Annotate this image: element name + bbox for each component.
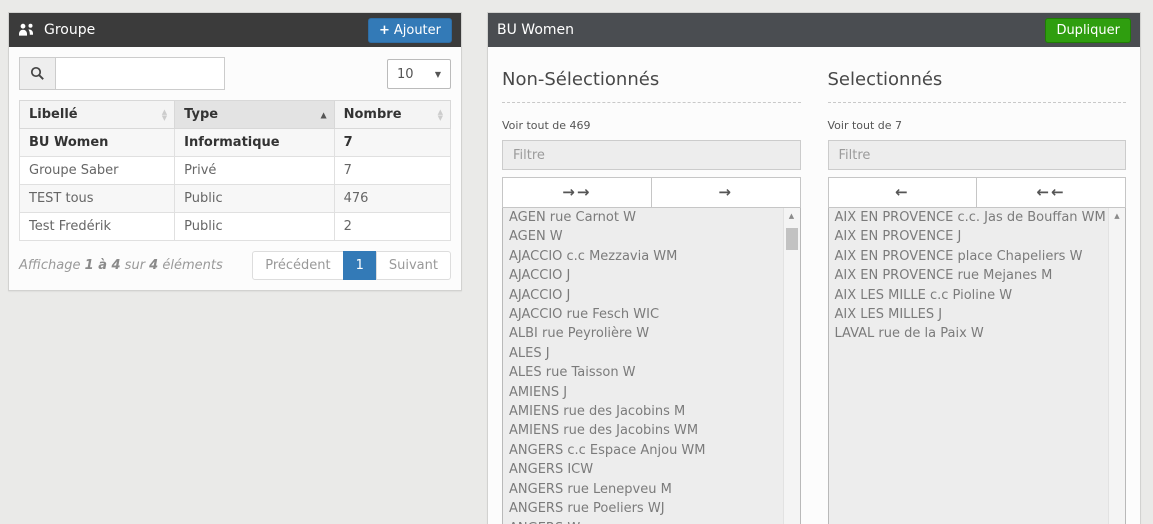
sort-asc-icon: ▲ <box>320 110 326 119</box>
list-option[interactable]: AMIENS rue des Jacobins M <box>503 402 783 421</box>
search-icon <box>19 57 55 90</box>
table-toolbar: 10 ▼ <box>19 57 451 90</box>
list-option[interactable]: AIX LES MILLE c.c Pioline W <box>829 286 1109 305</box>
list-option[interactable]: ANGERS W <box>503 519 783 524</box>
table-row-bu-women[interactable]: BU Women Informatique 7 <box>20 129 451 157</box>
list-option[interactable]: ANGERS rue Lenepveu M <box>503 480 783 499</box>
cell-libelle: BU Women <box>20 129 175 157</box>
unselected-list: AGEN rue Carnot WAGEN WAJACCIO c.c Mezza… <box>503 208 800 524</box>
plus-icon: + <box>379 23 390 38</box>
pagination-page-1-button[interactable]: 1 <box>343 251 377 280</box>
list-option[interactable]: AIX EN PROVENCE c.c. Jas de Bouffan WM <box>829 208 1109 227</box>
move-all-right-button[interactable]: →→ <box>502 177 652 208</box>
list-option[interactable]: AJACCIO J <box>503 286 783 305</box>
list-option[interactable]: ALES J <box>503 344 783 363</box>
selected-heading: Selectionnés <box>828 69 1127 90</box>
caret-down-icon: ▼ <box>435 70 441 79</box>
table-footer: Affichage 1 à 4 sur 4 éléments Précédent… <box>19 251 451 280</box>
group-detail-header: BU Women Dupliquer <box>488 13 1140 47</box>
group-detail-panel: BU Women Dupliquer Non-Sélectionnés Voir… <box>487 12 1141 524</box>
list-option[interactable]: AJACCIO c.c Mezzavia WM <box>503 247 783 266</box>
selected-move-buttons: ← ←← <box>828 177 1127 208</box>
selected-list: AIX EN PROVENCE c.c. Jas de Bouffan WMAI… <box>829 208 1126 344</box>
dual-listbox: Non-Sélectionnés Voir tout de 469 →→ → A… <box>488 47 1140 524</box>
cell-libelle: Test Fredérik <box>20 213 175 241</box>
scrollbar[interactable]: ▲ <box>1108 208 1125 524</box>
cell-nombre: 476 <box>334 185 450 213</box>
unselected-move-buttons: →→ → <box>502 177 801 208</box>
add-button-label: Ajouter <box>394 23 441 38</box>
search-group <box>19 57 225 90</box>
list-option[interactable]: ANGERS rue Poeliers WJ <box>503 499 783 518</box>
cell-type: Privé <box>175 157 334 185</box>
unselected-heading: Non-Sélectionnés <box>502 69 801 90</box>
cell-nombre: 2 <box>334 213 450 241</box>
list-option[interactable]: ANGERS ICW <box>503 460 783 479</box>
list-option[interactable]: ANGERS c.c Espace Anjou WM <box>503 441 783 460</box>
groups-panel-body: 10 ▼ Libellé▲▼ Type▲ Nombre▲▼ BU Women <box>9 47 461 290</box>
selected-listbox: AIX EN PROVENCE c.c. Jas de Bouffan WMAI… <box>828 208 1127 524</box>
cell-libelle: TEST tous <box>20 185 175 213</box>
unselected-listbox: AGEN rue Carnot WAGEN WAJACCIO c.c Mezza… <box>502 208 801 524</box>
groups-panel-header: Groupe + Ajouter <box>9 13 461 47</box>
selected-column: Selectionnés Voir tout de 7 ← ←← AIX EN … <box>828 61 1127 524</box>
cell-type: Informatique <box>175 129 334 157</box>
cell-type: Public <box>175 185 334 213</box>
group-detail-title: BU Women <box>497 22 574 38</box>
move-selected-right-button[interactable]: → <box>651 177 801 208</box>
pagination-previous-button[interactable]: Précédent <box>252 251 343 280</box>
cell-libelle: Groupe Saber <box>20 157 175 185</box>
unselected-view-all[interactable]: Voir tout de 469 <box>502 119 801 132</box>
pagination-next-button[interactable]: Suivant <box>376 251 451 280</box>
list-option[interactable]: AGEN W <box>503 227 783 246</box>
page: Groupe + Ajouter 10 ▼ <box>0 0 1153 524</box>
table-row-test-tous[interactable]: TEST tous Public 476 <box>20 185 451 213</box>
list-option[interactable]: AGEN rue Carnot W <box>503 208 783 227</box>
list-option[interactable]: LAVAL rue de la Paix W <box>829 324 1109 343</box>
cell-nombre: 7 <box>334 157 450 185</box>
groups-table: Libellé▲▼ Type▲ Nombre▲▼ BU Women Inform… <box>19 100 451 241</box>
unselected-filter-input[interactable] <box>502 140 801 170</box>
cell-nombre: 7 <box>334 129 450 157</box>
column-header-nombre[interactable]: Nombre▲▼ <box>334 101 450 129</box>
dashed-divider <box>502 102 801 103</box>
column-header-libelle[interactable]: Libellé▲▼ <box>20 101 175 129</box>
add-group-button[interactable]: + Ajouter <box>368 18 452 43</box>
sort-both-icon: ▲▼ <box>162 109 167 121</box>
table-info: Affichage 1 à 4 sur 4 éléments <box>19 258 223 273</box>
users-group-icon <box>18 23 36 37</box>
scroll-up-icon[interactable]: ▲ <box>1109 208 1125 225</box>
scrollbar-thumb[interactable] <box>786 228 798 250</box>
list-option[interactable]: AIX EN PROVENCE rue Mejanes M <box>829 266 1109 285</box>
list-option[interactable]: AJACCIO J <box>503 266 783 285</box>
list-option[interactable]: AIX EN PROVENCE J <box>829 227 1109 246</box>
move-all-left-button[interactable]: ←← <box>976 177 1126 208</box>
list-option[interactable]: AJACCIO rue Fesch WIC <box>503 305 783 324</box>
page-size-select[interactable]: 10 ▼ <box>387 59 451 89</box>
dashed-divider <box>828 102 1127 103</box>
scroll-up-icon[interactable]: ▲ <box>784 208 800 225</box>
page-size-value: 10 <box>397 67 414 82</box>
list-option[interactable]: AIX LES MILLES J <box>829 305 1109 324</box>
duplicate-button[interactable]: Dupliquer <box>1045 18 1131 43</box>
list-option[interactable]: AMIENS J <box>503 383 783 402</box>
list-option[interactable]: AMIENS rue des Jacobins WM <box>503 421 783 440</box>
pagination: Précédent 1 Suivant <box>252 251 451 280</box>
table-row-groupe-saber[interactable]: Groupe Saber Privé 7 <box>20 157 451 185</box>
group-search-input[interactable] <box>55 57 225 90</box>
list-option[interactable]: ALES rue Taisson W <box>503 363 783 382</box>
selected-filter-input[interactable] <box>828 140 1127 170</box>
list-option[interactable]: AIX EN PROVENCE place Chapeliers W <box>829 247 1109 266</box>
scrollbar[interactable]: ▲ <box>783 208 800 524</box>
move-selected-left-button[interactable]: ← <box>828 177 978 208</box>
cell-type: Public <box>175 213 334 241</box>
sort-both-icon: ▲▼ <box>438 109 443 121</box>
panel-title: Groupe <box>44 22 95 38</box>
selected-view-all[interactable]: Voir tout de 7 <box>828 119 1127 132</box>
unselected-column: Non-Sélectionnés Voir tout de 469 →→ → A… <box>502 61 801 524</box>
column-header-type[interactable]: Type▲ <box>175 101 334 129</box>
groups-panel: Groupe + Ajouter 10 ▼ <box>8 12 462 291</box>
table-row-test-frederik[interactable]: Test Fredérik Public 2 <box>20 213 451 241</box>
list-option[interactable]: ALBI rue Peyrolière W <box>503 324 783 343</box>
